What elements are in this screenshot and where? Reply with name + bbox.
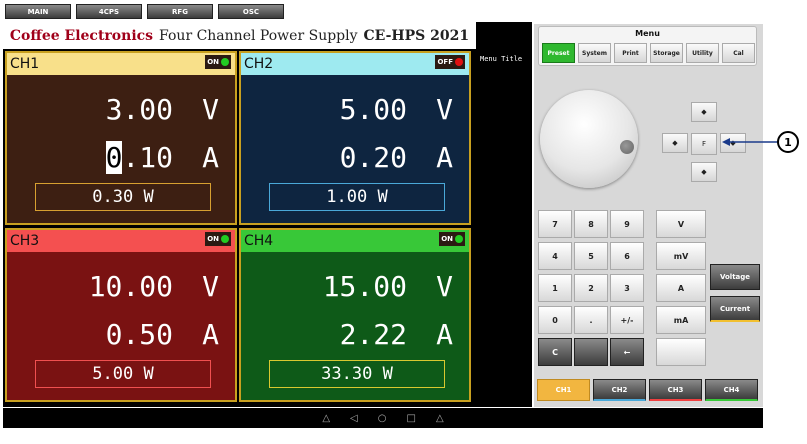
callout-arrow-icon — [722, 138, 778, 146]
callout-marker: 1 — [777, 131, 799, 153]
